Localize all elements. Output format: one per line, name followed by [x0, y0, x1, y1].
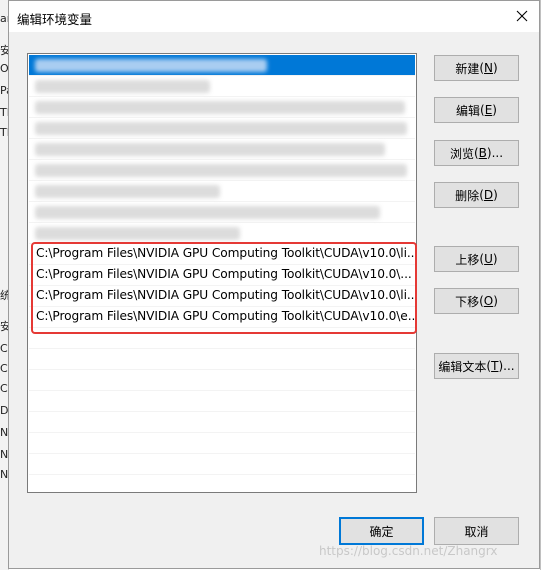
cancel-button[interactable]: 取消: [434, 517, 519, 545]
background-text-fragment: TN: [0, 126, 8, 139]
list-item[interactable]: [29, 76, 415, 97]
background-text-fragment: N: [0, 448, 8, 461]
blurred-path-text: [35, 59, 267, 72]
path-text: C:\Program Files\NVIDIA GPU Computing To…: [36, 288, 417, 302]
list-item-selected[interactable]: [29, 55, 415, 76]
background-text-fragment: 安: [0, 44, 8, 57]
list-item[interactable]: [29, 181, 415, 202]
edit-button[interactable]: 编辑(E): [434, 97, 519, 123]
edit-button-label: 编辑: [456, 103, 481, 118]
list-item-empty[interactable]: [29, 391, 415, 412]
move-down-button-key: O: [483, 294, 494, 308]
browse-button-label: 浏览: [449, 146, 474, 161]
background-text-fragment: N: [0, 468, 8, 481]
blurred-path-text: [35, 227, 240, 240]
edit-env-variable-dialog: 编辑环境变量 C:\Program Files\NVIDIA GPU Compu…: [8, 0, 540, 569]
browse-button-key: B: [478, 146, 487, 160]
list-item-cuda[interactable]: C:\Program Files\NVIDIA GPU Computing To…: [29, 307, 417, 328]
edit-text-button-ellipsis: ...: [503, 359, 515, 373]
blurred-path-text: [35, 185, 220, 198]
cancel-button-label: 取消: [464, 524, 489, 539]
ok-button[interactable]: 确定: [339, 517, 424, 545]
close-button[interactable]: [511, 5, 533, 27]
move-up-button-label: 上移: [455, 252, 480, 267]
list-item-cuda[interactable]: C:\Program Files\NVIDIA GPU Computing To…: [29, 244, 417, 265]
background-text-fragment: O: [0, 62, 8, 75]
list-item-empty[interactable]: [29, 328, 415, 349]
list-item[interactable]: [29, 118, 415, 139]
blurred-path-text: [35, 143, 385, 156]
edit-text-button-label: 编辑文本: [438, 359, 487, 374]
delete-button[interactable]: 删除(D): [434, 182, 519, 208]
background-text-fragment: Pa: [0, 84, 8, 97]
background-text-fragment: Dr: [0, 404, 8, 417]
list-item[interactable]: [29, 139, 415, 160]
background-text-fragment: ar: [0, 12, 8, 25]
move-down-button[interactable]: 下移(O): [434, 288, 519, 314]
list-item[interactable]: [29, 160, 415, 181]
blurred-path-text: [35, 122, 407, 135]
close-icon: [516, 10, 528, 22]
blurred-path-text: [35, 164, 407, 177]
title-bar[interactable]: 编辑环境变量: [9, 1, 539, 32]
move-up-button[interactable]: 上移(U): [434, 246, 519, 272]
list-item[interactable]: [29, 202, 415, 223]
background-text-fragment: TE: [0, 106, 8, 119]
list-item-empty[interactable]: [29, 454, 415, 475]
list-item-empty[interactable]: [29, 412, 415, 433]
move-down-button-label: 下移: [455, 294, 480, 309]
list-item[interactable]: [29, 223, 415, 244]
path-list[interactable]: C:\Program Files\NVIDIA GPU Computing To…: [27, 53, 417, 493]
list-item-cuda[interactable]: C:\Program Files\NVIDIA GPU Computing To…: [29, 286, 417, 307]
background-text-fragment: Co: [0, 342, 8, 355]
new-button-key: N: [484, 61, 493, 75]
path-text: C:\Program Files\NVIDIA GPU Computing To…: [36, 309, 417, 323]
background-text-fragment: 统: [0, 289, 8, 302]
background-text-fragment: CU: [0, 362, 8, 375]
screen: ar安OPaTETN统安CoCUCUDrNNN 编辑环境变量: [0, 0, 541, 570]
blurred-path-text: [35, 80, 210, 93]
dialog-title: 编辑环境变量: [17, 12, 93, 27]
delete-button-label: 删除: [455, 188, 480, 203]
ok-button-label: 确定: [369, 524, 394, 539]
list-item[interactable]: [29, 97, 415, 118]
list-item-empty[interactable]: [29, 349, 415, 370]
edit-text-button-key: T: [491, 359, 499, 373]
edit-button-key: E: [484, 103, 493, 117]
background-text-fragment: 安: [0, 320, 8, 333]
browse-button[interactable]: 浏览(B)...: [434, 140, 519, 166]
list-item-empty[interactable]: [29, 433, 415, 454]
background-text-fragment: N: [0, 426, 8, 439]
list-item-empty[interactable]: [29, 370, 415, 391]
watermark: https://blog.csdn.net/Zhangrx: [319, 544, 498, 558]
new-button-label: 新建: [455, 61, 480, 76]
edit-text-button[interactable]: 编辑文本(T)...: [434, 353, 519, 379]
path-text: C:\Program Files\NVIDIA GPU Computing To…: [36, 267, 412, 281]
delete-button-key: D: [483, 188, 494, 202]
background-text-fragment: CU: [0, 382, 8, 395]
browse-button-ellipsis: ...: [491, 146, 504, 160]
new-button[interactable]: 新建(N): [434, 55, 519, 81]
move-up-button-key: U: [484, 252, 493, 266]
path-text: C:\Program Files\NVIDIA GPU Computing To…: [36, 246, 417, 260]
list-item-cuda[interactable]: C:\Program Files\NVIDIA GPU Computing To…: [29, 265, 415, 286]
blurred-path-text: [35, 101, 405, 114]
blurred-path-text: [35, 206, 380, 219]
